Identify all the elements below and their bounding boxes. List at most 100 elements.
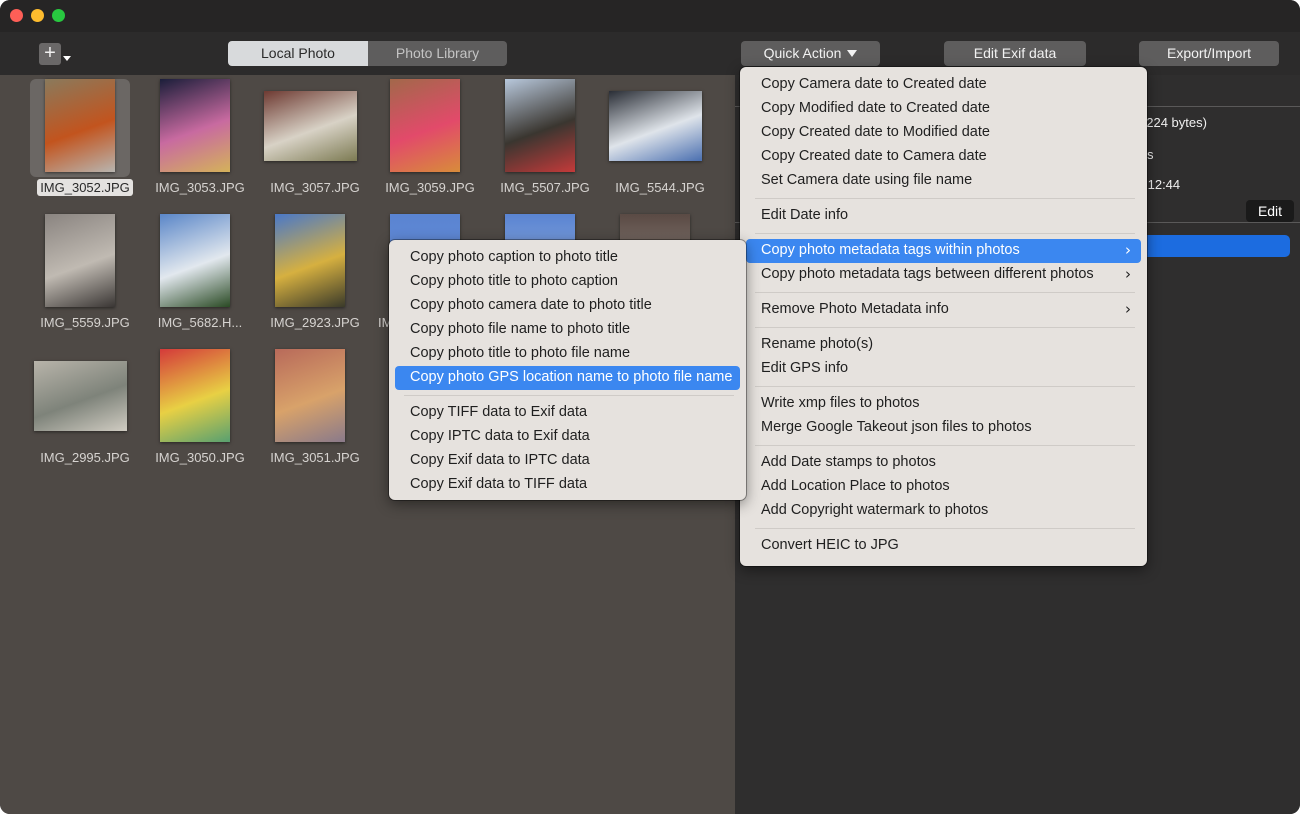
menu-item-label: Copy photo title to photo file name	[410, 345, 631, 361]
menu-separator	[755, 386, 1135, 387]
photo-thumbnail-item[interactable]: IMG_3053.JPG	[140, 77, 250, 202]
menu-item-label: Copy Exif data to IPTC data	[410, 452, 590, 468]
menu-item[interactable]: Copy Exif data to TIFF data	[395, 473, 740, 497]
menu-item-label: Add Date stamps to photos	[761, 454, 936, 470]
photo-filename: IMG_2995.JPG	[25, 450, 145, 465]
menu-item-label: Copy photo file name to photo title	[410, 321, 631, 337]
menu-item-label: Copy Exif data to TIFF data	[410, 476, 588, 492]
tab-photo-library[interactable]: Photo Library	[368, 41, 507, 66]
quick-action-button[interactable]: Quick Action	[741, 41, 880, 66]
menu-item[interactable]: Copy TIFF data to Exif data	[395, 401, 740, 425]
menu-item-label: Copy photo metadata tags between differe…	[761, 266, 1094, 282]
minimize-window-button[interactable]	[31, 9, 44, 22]
menu-item-label: Copy photo metadata tags within photos	[761, 242, 1020, 258]
menu-item[interactable]: Add Copyright watermark to photos	[746, 499, 1141, 523]
photo-filename-text: IMG_5682.H...	[157, 315, 243, 330]
photo-thumbnail-item[interactable]: IMG_5559.JPG	[25, 212, 135, 337]
menu-item-label: Copy photo camera date to photo title	[410, 297, 652, 313]
photo-thumbnail-item[interactable]: IMG_3052.JPG	[25, 77, 135, 202]
menu-item-label: Copy Modified date to Created date	[761, 100, 990, 116]
menu-item[interactable]: Copy photo metadata tags between differe…	[746, 263, 1141, 287]
menu-separator	[404, 395, 734, 396]
photo-thumbnail-item[interactable]: IMG_3050.JPG	[140, 347, 250, 472]
photo-thumbnail-image[interactable]	[160, 214, 230, 307]
photo-filename-text: IMG_2923.JPG	[270, 315, 360, 330]
menu-item[interactable]: Copy photo camera date to photo title	[395, 294, 740, 318]
menu-item[interactable]: Copy photo title to photo caption	[395, 270, 740, 294]
photo-thumbnail-image[interactable]	[390, 79, 460, 172]
photo-filename-text: IMG_3050.JPG	[155, 450, 245, 465]
menu-item[interactable]: Convert HEIC to JPG	[746, 534, 1141, 558]
photo-filename: IMG_3052.JPG	[25, 179, 145, 196]
photo-thumbnail-item[interactable]: IMG_3051.JPG	[255, 347, 365, 472]
menu-item[interactable]: Add Location Place to photos	[746, 475, 1141, 499]
menu-item[interactable]: Copy photo metadata tags within photos ›	[746, 239, 1141, 263]
edit-exif-button[interactable]: Edit Exif data	[944, 41, 1086, 66]
menu-item[interactable]: Edit GPS info	[746, 357, 1141, 381]
edit-button[interactable]: Edit	[1246, 200, 1294, 222]
photo-filename: IMG_5544.JPG	[600, 180, 720, 195]
menu-item[interactable]: Copy photo GPS location name to photo fi…	[395, 366, 740, 390]
photo-filename-text: IMG_5507.JPG	[500, 180, 590, 195]
photo-filename: IMG_2923.JPG	[255, 315, 375, 330]
menu-separator	[755, 327, 1135, 328]
photo-thumbnail-image[interactable]	[45, 214, 115, 307]
menu-item[interactable]: Copy Modified date to Created date	[746, 97, 1141, 121]
menu-item[interactable]: Copy photo title to photo file name	[395, 342, 740, 366]
menu-item[interactable]: Merge Google Takeout json files to photo…	[746, 416, 1141, 440]
photo-filename-text: IMG_3051.JPG	[270, 450, 360, 465]
file-size-text: 0224 bytes)	[1139, 115, 1207, 130]
close-window-button[interactable]	[10, 9, 23, 22]
photo-thumbnail-image[interactable]	[160, 79, 230, 172]
chevron-right-icon: ›	[1125, 300, 1131, 318]
menu-item[interactable]: Copy Camera date to Created date	[746, 73, 1141, 97]
menu-item[interactable]: Set Camera date using file name	[746, 169, 1141, 193]
menu-item[interactable]: Copy Created date to Camera date	[746, 145, 1141, 169]
photo-thumbnail-item[interactable]: IMG_5507.JPG	[485, 77, 595, 202]
photo-filename-text: IMG_3052.JPG	[37, 179, 133, 196]
menu-item[interactable]: Remove Photo Metadata info ›	[746, 298, 1141, 322]
photo-thumbnail-item[interactable]: IMG_5682.H...	[140, 212, 250, 337]
photo-thumbnail-image[interactable]	[275, 214, 345, 307]
menu-item-label: Copy TIFF data to Exif data	[410, 404, 588, 420]
menu-item[interactable]: Copy photo file name to photo title	[395, 318, 740, 342]
photo-thumbnail-item[interactable]: IMG_3059.JPG	[370, 77, 480, 202]
photo-thumbnail-item[interactable]: IMG_3057.JPG	[255, 77, 365, 202]
metadata-submenu: Copy photo caption to photo title Copy ph…	[389, 240, 746, 500]
menu-item[interactable]: Copy Created date to Modified date	[746, 121, 1141, 145]
quick-action-menu: Copy Camera date to Created date Copy Mod…	[740, 67, 1147, 566]
app-window: + Local Photo Photo Library Quick Action…	[0, 0, 1300, 814]
selected-row[interactable]	[1135, 235, 1290, 257]
menu-item[interactable]: Rename photo(s)	[746, 333, 1141, 357]
info-text: s	[1147, 147, 1154, 162]
menu-item[interactable]: Copy photo caption to photo title	[395, 246, 740, 270]
tab-local-photo[interactable]: Local Photo	[228, 41, 368, 66]
photo-thumbnail-item[interactable]: IMG_2923.JPG	[255, 212, 365, 337]
add-button[interactable]: +	[39, 43, 61, 65]
export-import-button[interactable]: Export/Import	[1139, 41, 1279, 66]
photo-thumbnail-image[interactable]	[505, 79, 575, 172]
photo-thumbnail-image[interactable]	[160, 349, 230, 442]
menu-separator	[755, 528, 1135, 529]
menu-item-label: Merge Google Takeout json files to photo…	[761, 419, 1032, 435]
photo-thumbnail-item[interactable]: IMG_2995.JPG	[25, 347, 135, 472]
menu-item-label: Copy photo title to photo caption	[410, 273, 618, 289]
source-segmented-control: Local Photo Photo Library	[228, 41, 507, 66]
menu-item-label: Copy IPTC data to Exif data	[410, 428, 590, 444]
photo-thumbnail-image[interactable]	[609, 91, 702, 161]
photo-thumbnail-image[interactable]	[45, 79, 115, 172]
menu-item[interactable]: Add Date stamps to photos	[746, 451, 1141, 475]
photo-thumbnail-image[interactable]	[264, 91, 357, 161]
photo-filename: IMG_5682.H...	[140, 315, 260, 330]
photo-thumbnail-item[interactable]: IMG_5544.JPG	[600, 77, 710, 202]
photo-thumbnail-image[interactable]	[34, 361, 127, 431]
photo-thumbnail-image[interactable]	[275, 349, 345, 442]
add-dropdown-caret-icon[interactable]	[63, 56, 71, 61]
menu-item[interactable]: Write xmp files to photos	[746, 392, 1141, 416]
menu-item[interactable]: Edit Date info	[746, 204, 1141, 228]
photo-filename: IMG_5507.JPG	[485, 180, 605, 195]
triangle-down-icon	[847, 49, 858, 57]
maximize-window-button[interactable]	[52, 9, 65, 22]
menu-item[interactable]: Copy IPTC data to Exif data	[395, 425, 740, 449]
menu-item[interactable]: Copy Exif data to IPTC data	[395, 449, 740, 473]
